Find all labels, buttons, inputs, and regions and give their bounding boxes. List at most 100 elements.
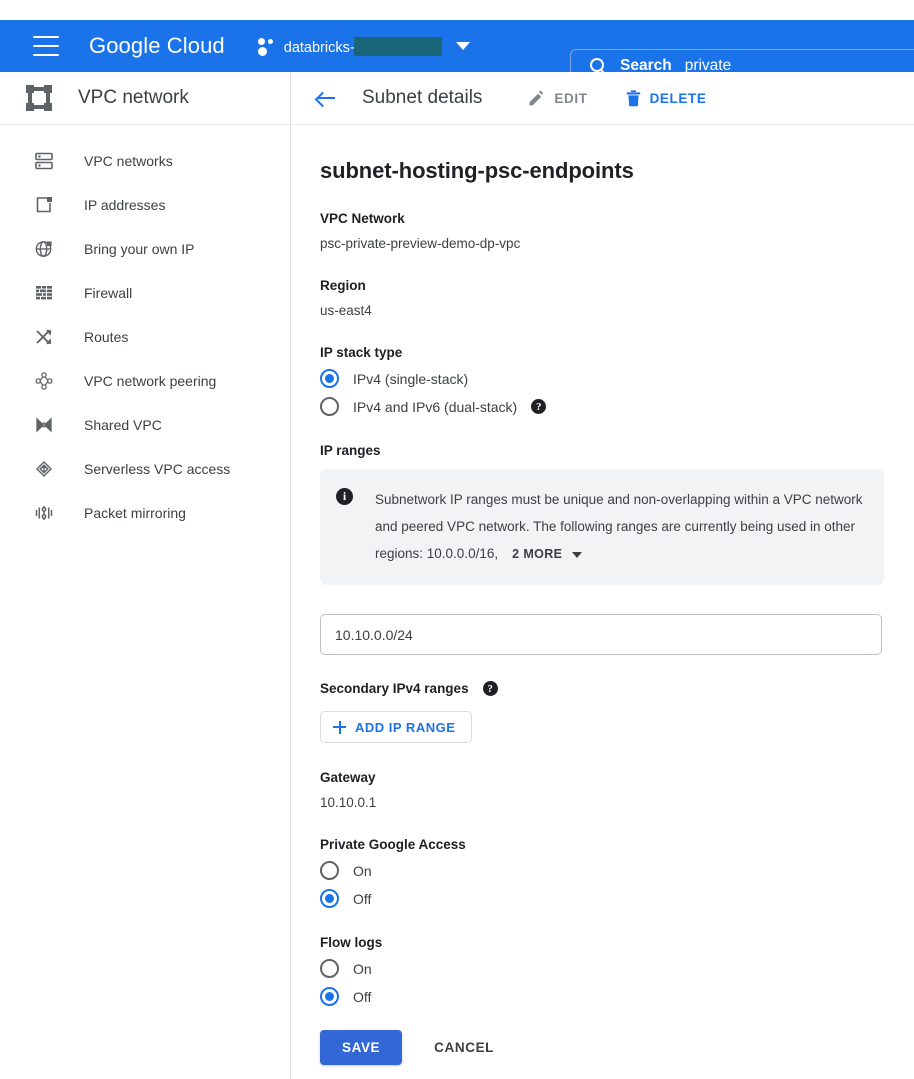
edit-button[interactable]: EDIT [528, 90, 587, 107]
back-arrow-icon[interactable] [314, 86, 338, 110]
radio-label: On [353, 862, 372, 879]
sidebar-item-packet-mirroring[interactable]: Packet mirroring [0, 491, 290, 535]
info-icon: i [336, 488, 353, 505]
project-selector-icon [257, 37, 275, 56]
region-label: Region [320, 278, 366, 293]
content-header: Subnet details EDIT DELETE [292, 72, 914, 125]
shared-vpc-icon [32, 413, 56, 437]
edit-button-label: EDIT [554, 90, 588, 106]
sidebar-header: VPC network [0, 72, 290, 125]
sidebar-nav-list: VPC networks IP addresses Bring your own… [0, 125, 290, 535]
info-box-text: Subnetwork IP ranges must be unique and … [375, 486, 865, 568]
serverless-vpc-access-icon [32, 457, 56, 481]
show-more-label: 2 MORE [512, 547, 563, 561]
pencil-icon [528, 90, 545, 107]
secondary-ranges-row: Secondary IPv4 ranges ? [320, 681, 914, 696]
help-icon[interactable]: ? [531, 399, 547, 414]
main-content: Subnet details EDIT DELETE subnet-hostin… [292, 72, 914, 1079]
vpc-network-peering-icon [32, 369, 56, 393]
project-name-redaction [353, 36, 442, 56]
radio-indicator[interactable] [320, 861, 339, 880]
vpc-network-label: VPC Network [320, 211, 405, 226]
project-name-label: databricks- [283, 39, 355, 56]
detail-body: subnet-hosting-psc-endpoints VPC Network… [292, 125, 914, 1065]
delete-button-label: DELETE [649, 90, 707, 106]
ip-stack-type-label: IP stack type [320, 345, 403, 360]
sidebar-item-serverless-vpc-access[interactable]: Serverless VPC access [0, 447, 290, 491]
sidebar: VPC network VPC networks IP addresses Br… [0, 72, 291, 1079]
radio-private-google-access-on[interactable]: On [320, 861, 914, 880]
brand-logo: Google Cloud [89, 33, 225, 59]
secondary-ranges-label: Secondary IPv4 ranges [320, 681, 469, 696]
radio-label: IPv4 and IPv6 (dual-stack) [353, 398, 518, 415]
sidebar-item-label: Routes [84, 329, 129, 345]
brand-cloud-text: Cloud [166, 33, 225, 58]
help-icon[interactable]: ? [482, 681, 498, 696]
sidebar-item-label: IP addresses [84, 197, 166, 213]
sidebar-item-routes[interactable]: Routes [0, 315, 290, 359]
sidebar-item-label: Firewall [84, 285, 133, 301]
sidebar-item-firewall[interactable]: Firewall [0, 271, 290, 315]
app-top-bar: Google Cloud databricks- Search private [0, 20, 914, 83]
radio-ipv4-ipv6-dual-stack[interactable]: IPv4 and IPv6 (dual-stack) ? [320, 397, 914, 416]
radio-indicator[interactable] [320, 987, 339, 1006]
radio-flow-logs-off[interactable]: Off [320, 987, 914, 1006]
radio-label: IPv4 (single-stack) [353, 370, 469, 387]
sidebar-item-label: Serverless VPC access [84, 461, 231, 477]
info-box-message: Subnetwork IP ranges must be unique and … [375, 492, 863, 561]
sidebar-item-label: VPC network peering [84, 373, 217, 389]
vpc-network-icon [26, 85, 52, 111]
sidebar-item-shared-vpc[interactable]: Shared VPC [0, 403, 290, 447]
radio-indicator[interactable] [320, 369, 339, 388]
sidebar-item-vpc-networks[interactable]: VPC networks [0, 139, 290, 183]
sidebar-item-vpc-network-peering[interactable]: VPC network peering [0, 359, 290, 403]
flow-logs-label: Flow logs [320, 935, 383, 950]
firewall-icon [32, 281, 56, 305]
sidebar-title: VPC network [78, 87, 189, 108]
radio-indicator[interactable] [320, 397, 339, 416]
radio-label: On [353, 960, 372, 977]
radio-indicator[interactable] [320, 959, 339, 978]
form-actions: SAVE CANCEL [320, 1030, 914, 1065]
chevron-down-icon [572, 551, 583, 558]
bring-your-own-ip-icon [32, 237, 56, 261]
sidebar-item-ip-addresses[interactable]: IP addresses [0, 183, 290, 227]
plus-icon [333, 720, 346, 734]
project-selector[interactable]: databricks- [257, 31, 470, 61]
sidebar-item-label: Packet mirroring [84, 505, 186, 521]
window-top-strip [0, 0, 914, 20]
sidebar-item-label: Shared VPC [84, 417, 162, 433]
ip-range-input[interactable] [320, 614, 882, 655]
delete-button[interactable]: DELETE [626, 89, 707, 107]
radio-flow-logs-on[interactable]: On [320, 959, 914, 978]
sidebar-item-bring-your-own-ip[interactable]: Bring your own IP [0, 227, 290, 271]
packet-mirroring-icon [32, 501, 56, 525]
sidebar-item-label: Bring your own IP [84, 241, 195, 257]
hamburger-menu-icon[interactable] [33, 36, 59, 56]
page-title: subnet-hosting-psc-endpoints [320, 158, 634, 183]
cancel-button[interactable]: CANCEL [434, 1040, 494, 1055]
sidebar-item-label: VPC networks [84, 153, 173, 169]
vpc-networks-icon [32, 149, 56, 173]
chevron-down-icon[interactable] [455, 42, 470, 50]
private-google-access-label: Private Google Access [320, 837, 466, 852]
brand-google-text: Google [89, 33, 161, 58]
radio-label: Off [353, 988, 372, 1005]
routes-icon [32, 325, 56, 349]
ip-ranges-label: IP ranges [320, 443, 381, 458]
add-ip-range-label: ADD IP RANGE [355, 719, 456, 735]
show-more-ranges-button[interactable]: 2 MORE [512, 541, 583, 568]
add-ip-range-button[interactable]: ADD IP RANGE [320, 711, 473, 743]
radio-label: Off [353, 890, 372, 907]
ip-addresses-icon [32, 193, 56, 217]
gateway-label: Gateway [320, 770, 376, 785]
radio-ipv4-single-stack[interactable]: IPv4 (single-stack) [320, 369, 914, 388]
ip-ranges-info-box: i Subnetwork IP ranges must be unique an… [320, 469, 884, 585]
radio-private-google-access-off[interactable]: Off [320, 889, 914, 908]
vpc-network-value: psc-private-preview-demo-dp-vpc [320, 236, 521, 251]
page-header-title: Subnet details [362, 87, 483, 108]
save-button[interactable]: SAVE [320, 1030, 403, 1065]
gateway-value: 10.10.0.1 [320, 795, 377, 810]
radio-indicator[interactable] [320, 889, 339, 908]
trash-icon [626, 89, 641, 107]
